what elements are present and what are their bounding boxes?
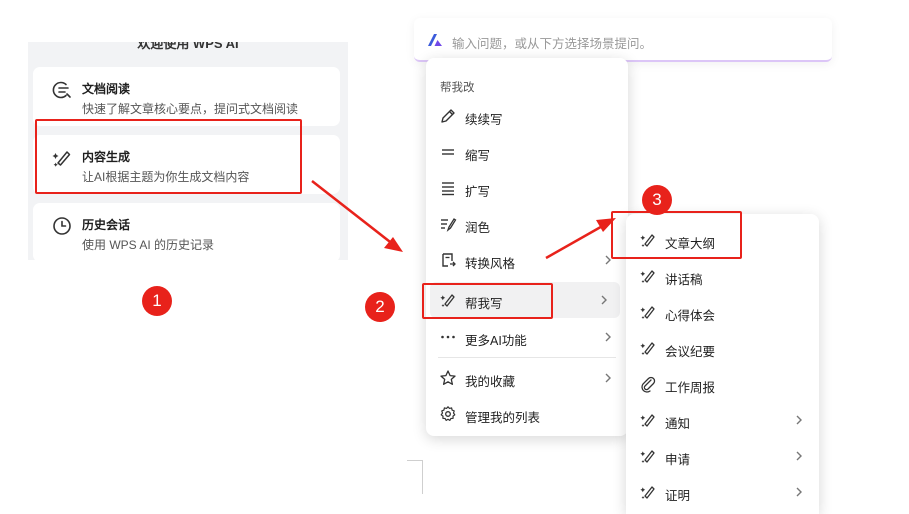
welcome-title: 欢迎使用 WPS AI xyxy=(137,42,239,51)
menu-divider xyxy=(438,357,616,358)
step-badge-1: 1 xyxy=(142,286,172,316)
prompt-placeholder: 输入问题，或从下方选择场景提问。 xyxy=(452,37,653,51)
paperclip-icon xyxy=(641,376,656,393)
clock-icon xyxy=(53,217,71,235)
convert-style-icon xyxy=(442,253,456,267)
menu-item-shorten[interactable]: 缩写 xyxy=(426,134,628,170)
submenu-item-notice[interactable]: 通知 xyxy=(626,402,819,438)
card-history[interactable]: 历史会话 使用 WPS AI 的历史记录 xyxy=(33,203,340,260)
star-icon xyxy=(440,370,456,385)
menu-item-label: 转换风格 xyxy=(465,257,516,271)
menu-item-label: 润色 xyxy=(465,221,491,235)
step-badge-2: 2 xyxy=(365,292,395,322)
chevron-right-icon xyxy=(796,415,802,425)
menu-item-continue-write[interactable]: 续续写 xyxy=(426,98,628,134)
menu-item-label: 管理我的列表 xyxy=(465,411,541,425)
card-title: 历史会话 xyxy=(82,218,131,232)
submenu-item-speech[interactable]: 讲话稿 xyxy=(626,258,819,294)
submenu-item-label: 通知 xyxy=(665,417,691,431)
highlight-article-outline xyxy=(611,211,742,259)
submenu-item-meeting-minutes[interactable]: 会议纪要 xyxy=(626,330,819,366)
ai-command-menu: 帮我改 续续写 缩写 扩写 润色 转换风格 帮我写 更多AI功能 我的收藏 管理… xyxy=(426,58,628,436)
menu-item-label: 扩写 xyxy=(465,185,491,199)
menu-item-convert-style[interactable]: 转换风格 xyxy=(426,242,628,278)
magic-pen-icon xyxy=(640,414,655,427)
chevron-right-icon xyxy=(605,332,611,342)
polish-icon xyxy=(441,218,457,232)
chevron-right-icon xyxy=(601,295,607,305)
gear-icon xyxy=(440,406,456,421)
menu-item-more-ai[interactable]: 更多AI功能 xyxy=(426,319,628,355)
expand-icon xyxy=(442,182,454,196)
submenu-item-label: 讲话稿 xyxy=(665,273,703,287)
submenu-item-certificate[interactable]: 证明 xyxy=(626,474,819,510)
magic-pen-icon xyxy=(640,486,655,499)
card-desc: 使用 WPS AI 的历史记录 xyxy=(82,238,215,252)
submenu-item-label: 会议纪要 xyxy=(665,345,716,359)
wps-ai-logo-icon xyxy=(428,34,442,46)
magic-pen-icon xyxy=(640,270,655,283)
magic-pen-icon xyxy=(640,342,655,355)
menu-item-label: 续续写 xyxy=(465,113,503,127)
chevron-right-icon xyxy=(605,373,611,383)
menu-item-label: 缩写 xyxy=(465,149,491,163)
chevron-right-icon xyxy=(796,451,802,461)
help-write-submenu: 文章大纲 讲话稿 心得体会 会议纪要 工作周报 通知 申请 证明 xyxy=(626,214,819,514)
menu-item-polish[interactable]: 润色 xyxy=(426,206,628,242)
submenu-item-label: 心得体会 xyxy=(665,309,716,323)
magic-pen-icon xyxy=(640,450,655,463)
card-doc-read[interactable]: 文档阅读 快速了解文章核心要点，提问式文档阅读 xyxy=(33,67,340,126)
menu-item-manage-list[interactable]: 管理我的列表 xyxy=(426,396,628,432)
page-corner-mark xyxy=(407,460,423,494)
menu-item-label: 更多AI功能 xyxy=(465,334,527,348)
highlight-help-write xyxy=(422,283,553,319)
submenu-item-label: 申请 xyxy=(665,453,691,467)
shorten-icon xyxy=(442,149,454,155)
more-dots-icon xyxy=(441,335,455,339)
arrow-head-1 xyxy=(384,237,403,252)
ai-prompt-input[interactable]: 输入问题，或从下方选择场景提问。 xyxy=(414,18,832,62)
card-desc: 快速了解文章核心要点，提问式文档阅读 xyxy=(82,102,299,116)
magic-pen-icon xyxy=(640,306,655,319)
section-label-help-edit: 帮我改 xyxy=(440,82,475,94)
submenu-item-application[interactable]: 申请 xyxy=(626,438,819,474)
submenu-item-label: 证明 xyxy=(665,489,691,503)
submenu-item-label: 工作周报 xyxy=(665,381,716,395)
menu-item-expand[interactable]: 扩写 xyxy=(426,170,628,206)
step-badge-3: 3 xyxy=(642,185,672,215)
highlight-content-gen xyxy=(35,119,302,194)
pencil-icon xyxy=(441,109,455,123)
chevron-right-icon xyxy=(796,487,802,497)
menu-item-label: 我的收藏 xyxy=(465,375,516,389)
submenu-item-weekly-report[interactable]: 工作周报 xyxy=(626,366,819,402)
doc-read-icon xyxy=(52,81,71,99)
submenu-item-reflection[interactable]: 心得体会 xyxy=(626,294,819,330)
menu-item-favorites[interactable]: 我的收藏 xyxy=(426,360,628,396)
card-title: 文档阅读 xyxy=(82,82,131,96)
